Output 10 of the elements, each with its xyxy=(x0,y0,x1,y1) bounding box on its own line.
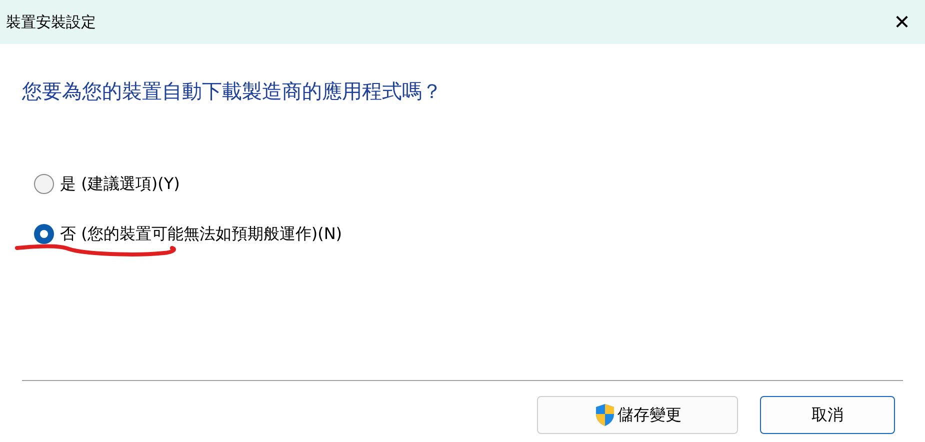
window-title: 裝置安裝設定 xyxy=(6,12,96,33)
radio-button[interactable] xyxy=(34,174,54,194)
radio-button[interactable] xyxy=(34,224,54,244)
close-button[interactable]: ✕ xyxy=(887,7,917,37)
save-button[interactable]: 儲存變更 xyxy=(537,396,738,434)
option-label: 否 (您的裝置可能無法如預期般運作)(N) xyxy=(60,223,342,245)
shield-icon xyxy=(594,403,616,427)
option-label: 是 (建議選項)(Y) xyxy=(60,173,180,195)
question-heading: 您要為您的裝置自動下載製造商的應用程式嗎？ xyxy=(22,78,443,105)
cancel-button[interactable]: 取消 xyxy=(760,396,895,434)
